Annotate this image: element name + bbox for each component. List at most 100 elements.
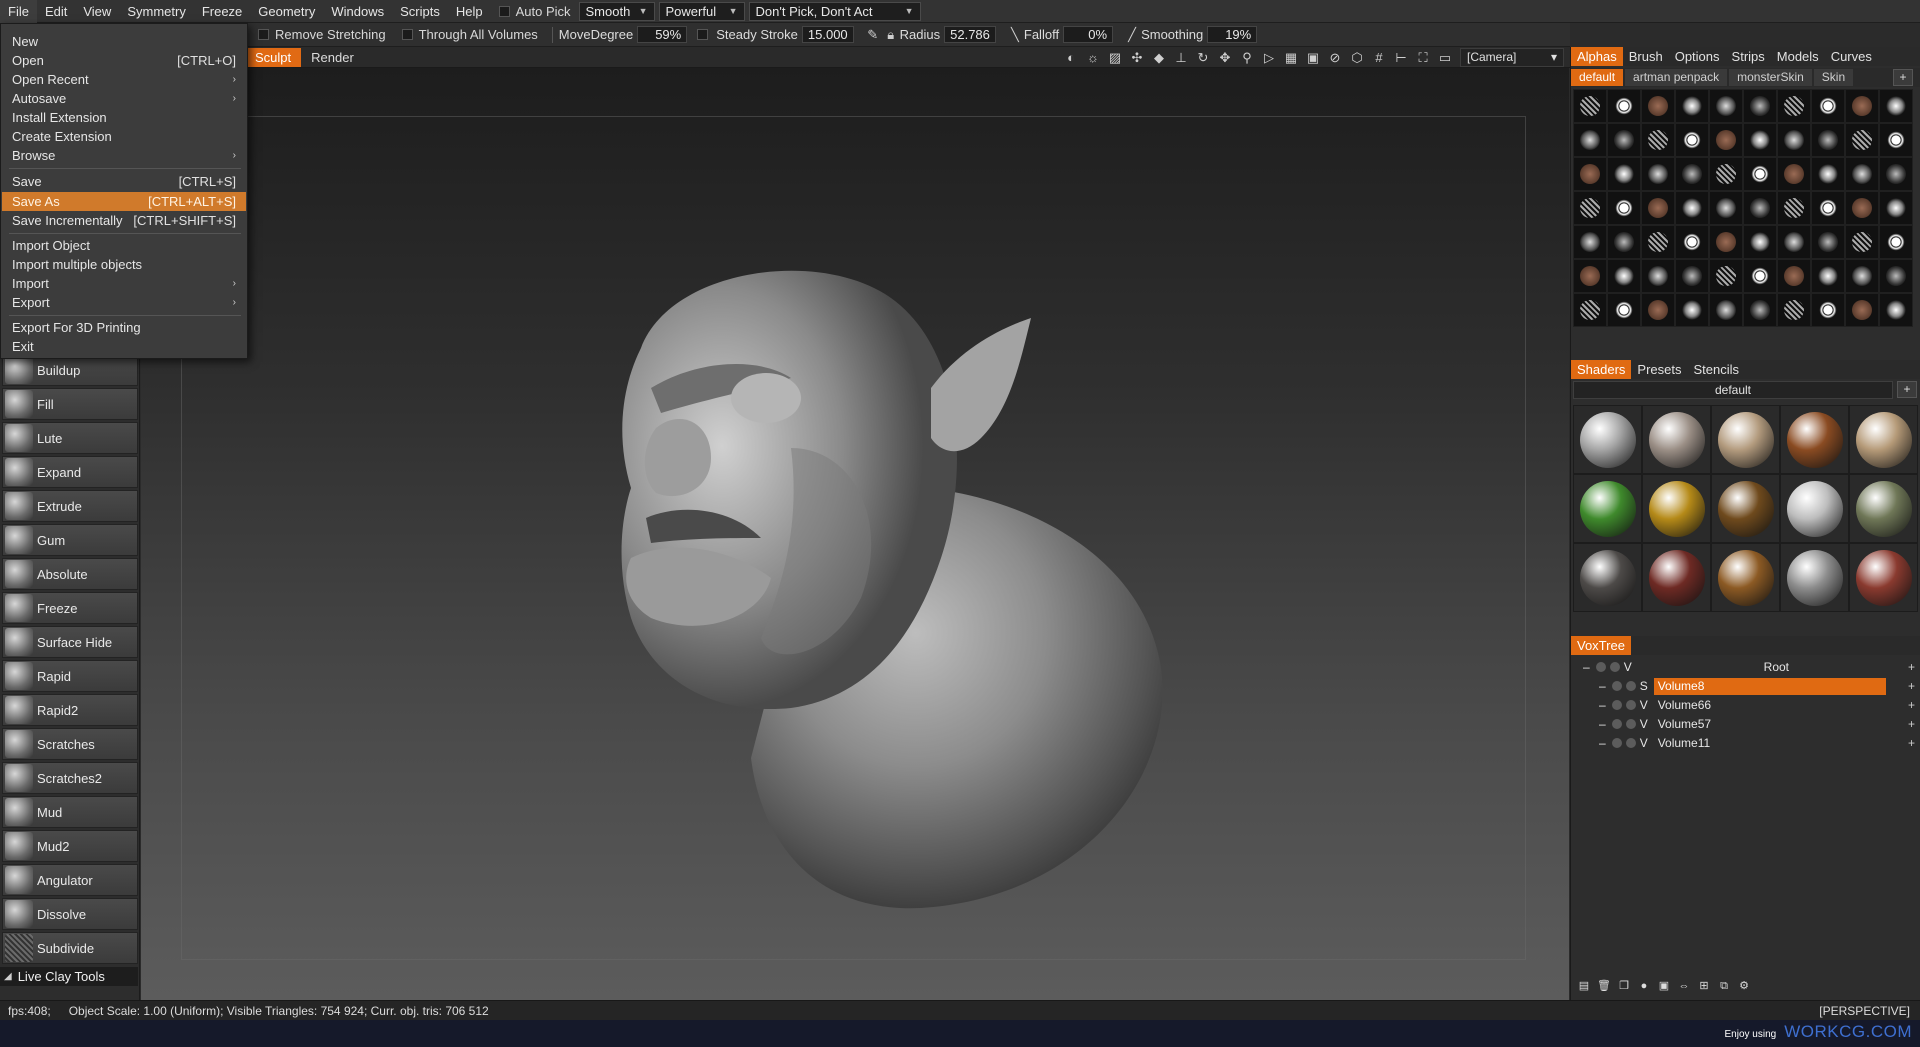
menu-item-save-as[interactable]: Save As [CTRL+ALT+S] xyxy=(2,192,246,211)
alpha-thumbnail[interactable] xyxy=(1675,293,1709,327)
tab-presets[interactable]: Presets xyxy=(1631,360,1687,379)
material-thumbnail[interactable] xyxy=(1711,543,1780,612)
add-child-icon[interactable]: + xyxy=(1908,679,1915,693)
transform-icon[interactable]: ✣ xyxy=(1128,49,1146,67)
visibility-dot-icon[interactable] xyxy=(1609,662,1620,672)
alpha-thumbnail[interactable] xyxy=(1709,157,1743,191)
alpha-thumbnail[interactable] xyxy=(1607,225,1641,259)
menu-edit[interactable]: Edit xyxy=(37,0,75,23)
tool-extrude[interactable]: Extrude xyxy=(2,490,138,522)
alpha-thumbnail[interactable] xyxy=(1743,191,1777,225)
alpha-thumbnail[interactable] xyxy=(1709,293,1743,327)
tab-voxtree[interactable]: VoxTree xyxy=(1571,636,1631,655)
alpha-thumbnail[interactable] xyxy=(1641,157,1675,191)
alpha-thumbnail[interactable] xyxy=(1879,191,1913,225)
tool-expand[interactable]: Expand xyxy=(2,456,138,488)
menu-file[interactable]: File xyxy=(0,0,37,23)
sphere-icon[interactable]: ● xyxy=(1637,979,1651,993)
menu-geometry[interactable]: Geometry xyxy=(250,0,323,23)
alpha-thumbnail[interactable] xyxy=(1641,225,1675,259)
alpha-thumbnail[interactable] xyxy=(1879,157,1913,191)
visibility-dot-icon[interactable] xyxy=(1625,700,1636,710)
delete-icon[interactable]: 🗑︎ xyxy=(1597,979,1611,993)
menu-item-new[interactable]: New xyxy=(2,32,246,51)
brush-mode-dropdown[interactable]: Smooth ▼ xyxy=(578,1,655,21)
alpha-thumbnail[interactable] xyxy=(1675,89,1709,123)
menu-freeze[interactable]: Freeze xyxy=(194,0,250,23)
alpha-thumbnail[interactable] xyxy=(1607,123,1641,157)
material-thumbnail[interactable] xyxy=(1711,474,1780,543)
material-thumbnail[interactable] xyxy=(1573,543,1642,612)
eye-icon[interactable] xyxy=(1611,700,1622,710)
tool-lute[interactable]: Lute xyxy=(2,422,138,454)
voxtree-name[interactable]: Volume57 xyxy=(1654,716,1711,733)
drop-icon[interactable]: ◆ xyxy=(1150,49,1168,67)
remove-stretching-checkbox[interactable]: Remove Stretching xyxy=(258,27,386,42)
steady-stroke-value[interactable]: 15.000 xyxy=(801,26,854,43)
sculpt-model[interactable] xyxy=(561,238,1211,918)
alpha-thumbnail[interactable] xyxy=(1777,293,1811,327)
alpha-thumbnail[interactable] xyxy=(1845,191,1879,225)
alpha-thumbnail[interactable] xyxy=(1845,123,1879,157)
tab-curves[interactable]: Curves xyxy=(1825,47,1878,66)
visibility-dot-icon[interactable] xyxy=(1625,719,1636,729)
alpha-thumbnail[interactable] xyxy=(1641,259,1675,293)
alpha-thumbnail[interactable] xyxy=(1811,293,1845,327)
menu-item-exit[interactable]: Exit xyxy=(2,337,246,356)
smoothing-value[interactable]: 19% xyxy=(1207,26,1258,43)
menu-item-open[interactable]: Open [CTRL+O] xyxy=(2,51,246,70)
tool-fill[interactable]: Fill xyxy=(2,388,138,420)
tab-alphas[interactable]: Alphas xyxy=(1571,47,1623,66)
mirror-icon[interactable]: ⇔ xyxy=(1677,979,1691,993)
menu-item-import-multiple[interactable]: Import multiple objects xyxy=(2,255,246,274)
tab-render[interactable]: Render xyxy=(301,48,364,67)
merge-icon[interactable]: ⊞ xyxy=(1697,979,1711,993)
menu-item-autosave[interactable]: Autosave › xyxy=(2,89,246,108)
checkbox-box[interactable] xyxy=(697,29,709,40)
material-thumbnail[interactable] xyxy=(1780,474,1849,543)
power-dropdown[interactable]: Powerful ▼ xyxy=(658,1,745,21)
collapse-icon[interactable]: – xyxy=(1583,660,1590,674)
falloff-slider[interactable]: Falloff 0% xyxy=(1024,26,1114,43)
tab-stencils[interactable]: Stencils xyxy=(1688,360,1746,379)
tool-mud2[interactable]: Mud2 xyxy=(2,830,138,862)
alpha-thumbnail[interactable] xyxy=(1811,157,1845,191)
voxtree-row-volume66[interactable]: – V Volume66 + xyxy=(1571,696,1920,714)
tool-scratches[interactable]: Scratches xyxy=(2,728,138,760)
falloff-value[interactable]: 0% xyxy=(1063,26,1114,43)
tab-brush[interactable]: Brush xyxy=(1623,47,1669,66)
alpha-thumbnail[interactable] xyxy=(1845,259,1879,293)
alpha-thumbnail[interactable] xyxy=(1607,259,1641,293)
through-all-volumes-checkbox[interactable]: Through All Volumes xyxy=(401,27,538,42)
menu-item-export[interactable]: Export › xyxy=(2,293,246,312)
alpha-thumbnail[interactable] xyxy=(1607,191,1641,225)
voxtree-row-root[interactable]: – V Root + xyxy=(1571,658,1920,676)
settings-icon[interactable]: ⚙ xyxy=(1737,979,1751,993)
eye-icon[interactable] xyxy=(1611,681,1622,691)
menu-item-import-object[interactable]: Import Object xyxy=(2,236,246,255)
voxtree-row-volume11[interactable]: – V Volume11 + xyxy=(1571,734,1920,752)
fit-icon[interactable]: ▣ xyxy=(1304,49,1322,67)
tool-scratches2[interactable]: Scratches2 xyxy=(2,762,138,794)
move-degree-slider[interactable]: MoveDegree 59% xyxy=(559,26,688,43)
add-child-icon[interactable]: + xyxy=(1908,660,1915,674)
alpha-thumbnail[interactable] xyxy=(1777,123,1811,157)
alpha-thumbnail[interactable] xyxy=(1743,259,1777,293)
tool-freeze[interactable]: Freeze xyxy=(2,592,138,624)
tool-absolute[interactable]: Absolute xyxy=(2,558,138,590)
checkbox-box[interactable] xyxy=(498,5,510,17)
tab-sculpt[interactable]: Sculpt xyxy=(245,47,302,67)
tool-surface-hide[interactable]: Surface Hide xyxy=(2,626,138,658)
alpha-thumbnail[interactable] xyxy=(1573,259,1607,293)
steady-stroke-slider[interactable]: Steady Stroke 15.000 xyxy=(716,26,854,43)
alpha-thumbnail[interactable] xyxy=(1845,89,1879,123)
eye-icon[interactable] xyxy=(1595,662,1606,672)
alpha-thumbnail[interactable] xyxy=(1675,157,1709,191)
collapse-triangle-icon[interactable]: ◢ xyxy=(4,971,12,982)
alpha-thumbnail[interactable] xyxy=(1573,157,1607,191)
tool-mud[interactable]: Mud xyxy=(2,796,138,828)
voxtree-row-volume57[interactable]: – V Volume57 + xyxy=(1571,715,1920,733)
add-child-icon[interactable]: + xyxy=(1908,736,1915,750)
menu-help[interactable]: Help xyxy=(448,0,491,23)
material-thumbnail[interactable] xyxy=(1573,474,1642,543)
